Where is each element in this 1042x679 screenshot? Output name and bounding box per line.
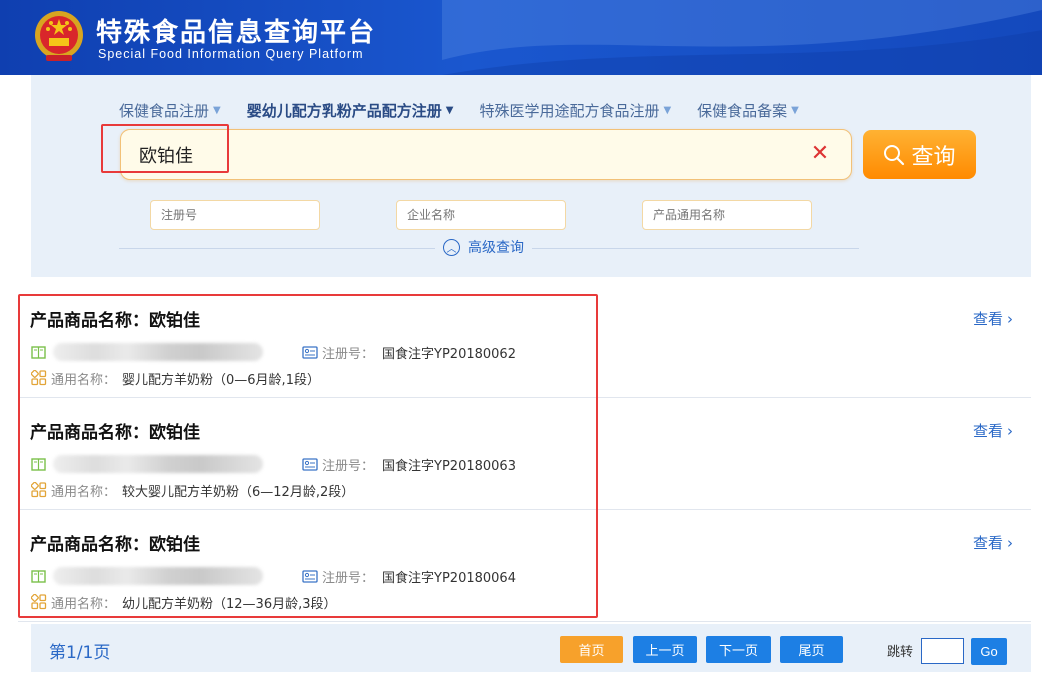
search-icon: [884, 144, 905, 165]
result-item: 产品商品名称：欧铂佳 查看 › 注册号： 国食注字YP20180062 通用名称…: [18, 286, 1031, 398]
advanced-search-label: 高级查询: [468, 240, 524, 256]
prev-page-button[interactable]: 上一页: [633, 636, 697, 663]
search-button-label: 查询: [911, 144, 956, 170]
search-panel: 保健食品注册 ▼ 婴幼儿配方乳粉产品配方注册 ▼ 特殊医学用途配方食品注册 ▼ …: [31, 75, 1031, 277]
view-link[interactable]: 查看 ›: [973, 420, 1013, 441]
generic-name: 婴儿配方羊奶粉（0—6月龄,1段）: [122, 372, 320, 388]
tab-label: 特殊医学用途配方食品注册: [479, 102, 660, 120]
site-header: 特殊食品信息查询平台 Special Food Information Quer…: [0, 0, 1042, 75]
tab-health-food-filing[interactable]: 保健食品备案 ▼: [697, 100, 799, 121]
product-name-value: 欧铂佳: [149, 423, 200, 443]
id-card-icon: [301, 456, 318, 473]
view-link[interactable]: 查看 ›: [973, 308, 1013, 329]
category-grid-icon: [30, 482, 47, 499]
category-grid-icon: [30, 370, 47, 387]
view-link[interactable]: 查看 ›: [973, 532, 1013, 553]
generic-name-label: 通用名称：: [51, 596, 117, 612]
registration-label: 注册号：: [322, 570, 375, 586]
caret-down-icon: ▼: [663, 105, 672, 116]
registration-number-input[interactable]: [150, 200, 320, 230]
caret-down-icon: ▼: [445, 105, 454, 116]
clear-icon[interactable]: ✕: [809, 143, 831, 165]
product-name-value: 欧铂佳: [149, 311, 200, 331]
product-name: 产品商品名称：欧铂佳: [30, 418, 200, 443]
result-meta-row: 注册号： 国食注字YP20180063: [30, 455, 516, 474]
last-page-button[interactable]: 尾页: [780, 636, 843, 663]
product-name-value: 欧铂佳: [149, 535, 200, 555]
category-tabs: 保健食品注册 ▼ 婴幼儿配方乳粉产品配方注册 ▼ 特殊医学用途配方食品注册 ▼ …: [119, 100, 799, 121]
tab-label: 保健食品注册: [119, 102, 210, 120]
generic-name-input[interactable]: [642, 200, 812, 230]
id-card-icon: [301, 344, 318, 361]
go-button[interactable]: Go: [971, 638, 1007, 665]
product-name-label: 产品商品名称：: [30, 311, 149, 331]
chevron-right-icon: ›: [1007, 533, 1013, 552]
search-button[interactable]: 查询: [863, 130, 976, 179]
product-name-label: 产品商品名称：: [30, 535, 149, 555]
company-book-icon: [30, 344, 47, 361]
product-name-label: 产品商品名称：: [30, 423, 149, 443]
registration-number: 国食注字YP20180063: [382, 458, 516, 474]
company-book-icon: [30, 568, 47, 585]
chevron-up-icon: ︿: [443, 238, 460, 256]
result-generic-row: 通用名称： 较大婴儿配方羊奶粉（6—12月龄,2段）: [30, 480, 354, 500]
generic-name: 幼儿配方羊奶粉（12—36月龄,3段）: [122, 596, 337, 612]
result-item: 产品商品名称：欧铂佳 查看 › 注册号： 国食注字YP20180064 通用名称…: [18, 510, 1031, 622]
result-generic-row: 通用名称： 婴儿配方羊奶粉（0—6月龄,1段）: [30, 368, 320, 388]
view-link-label: 查看: [972, 310, 1003, 328]
tab-label: 婴幼儿配方乳粉产品配方注册: [246, 102, 442, 120]
view-link-label: 查看: [972, 422, 1003, 440]
result-generic-row: 通用名称： 幼儿配方羊奶粉（12—36月龄,3段）: [30, 592, 337, 612]
redacted-company-name: [53, 455, 263, 473]
chevron-right-icon: ›: [1007, 421, 1013, 440]
jump-label: 跳转: [887, 645, 914, 660]
product-name: 产品商品名称：欧铂佳: [30, 306, 200, 331]
header-wave-decoration: [442, 0, 1042, 75]
redacted-company-name: [53, 343, 263, 361]
result-meta-row: 注册号： 国食注字YP20180062: [30, 343, 516, 362]
registration-label: 注册号：: [322, 346, 375, 362]
registration-label: 注册号：: [322, 458, 375, 474]
tab-infant-formula-registration[interactable]: 婴幼儿配方乳粉产品配方注册 ▼: [247, 100, 454, 121]
advanced-search-toggle[interactable]: ︿ 高级查询: [435, 237, 532, 257]
generic-name-label: 通用名称：: [51, 372, 117, 388]
generic-name-label: 通用名称：: [51, 484, 117, 500]
site-subtitle: Special Food Information Query Platform: [98, 47, 364, 61]
tab-health-food-registration[interactable]: 保健食品注册 ▼: [119, 100, 221, 121]
search-input[interactable]: [139, 140, 779, 170]
next-page-button[interactable]: 下一页: [706, 636, 771, 663]
page-info: 第1/1页: [49, 643, 111, 663]
first-page-button[interactable]: 首页: [560, 636, 623, 663]
jump-page-input[interactable]: [921, 638, 964, 664]
tab-medical-formula-registration[interactable]: 特殊医学用途配方食品注册 ▼: [479, 100, 671, 121]
search-box: ✕: [120, 129, 852, 180]
id-card-icon: [301, 568, 318, 585]
site-title: 特殊食品信息查询平台: [96, 18, 377, 48]
chevron-right-icon: ›: [1007, 309, 1013, 328]
company-name-input[interactable]: [396, 200, 566, 230]
view-link-label: 查看: [972, 534, 1003, 552]
category-grid-icon: [30, 594, 47, 611]
pagination-bar: 第1/1页 首页 上一页 下一页 尾页 跳转 Go: [31, 624, 1031, 672]
generic-name: 较大婴儿配方羊奶粉（6—12月龄,2段）: [122, 484, 355, 500]
result-meta-row: 注册号： 国食注字YP20180064: [30, 567, 516, 586]
results-list: 产品商品名称：欧铂佳 查看 › 注册号： 国食注字YP20180062 通用名称…: [18, 286, 1031, 622]
registration-number: 国食注字YP20180062: [382, 346, 516, 362]
result-item: 产品商品名称：欧铂佳 查看 › 注册号： 国食注字YP20180063 通用名称…: [18, 398, 1031, 510]
caret-down-icon: ▼: [791, 105, 799, 116]
registration-number: 国食注字YP20180064: [382, 570, 516, 586]
national-emblem-icon: [35, 11, 83, 61]
redacted-company-name: [53, 567, 263, 585]
company-book-icon: [30, 456, 47, 473]
product-name: 产品商品名称：欧铂佳: [30, 530, 200, 555]
tab-label: 保健食品备案: [697, 102, 788, 120]
caret-down-icon: ▼: [213, 105, 221, 116]
